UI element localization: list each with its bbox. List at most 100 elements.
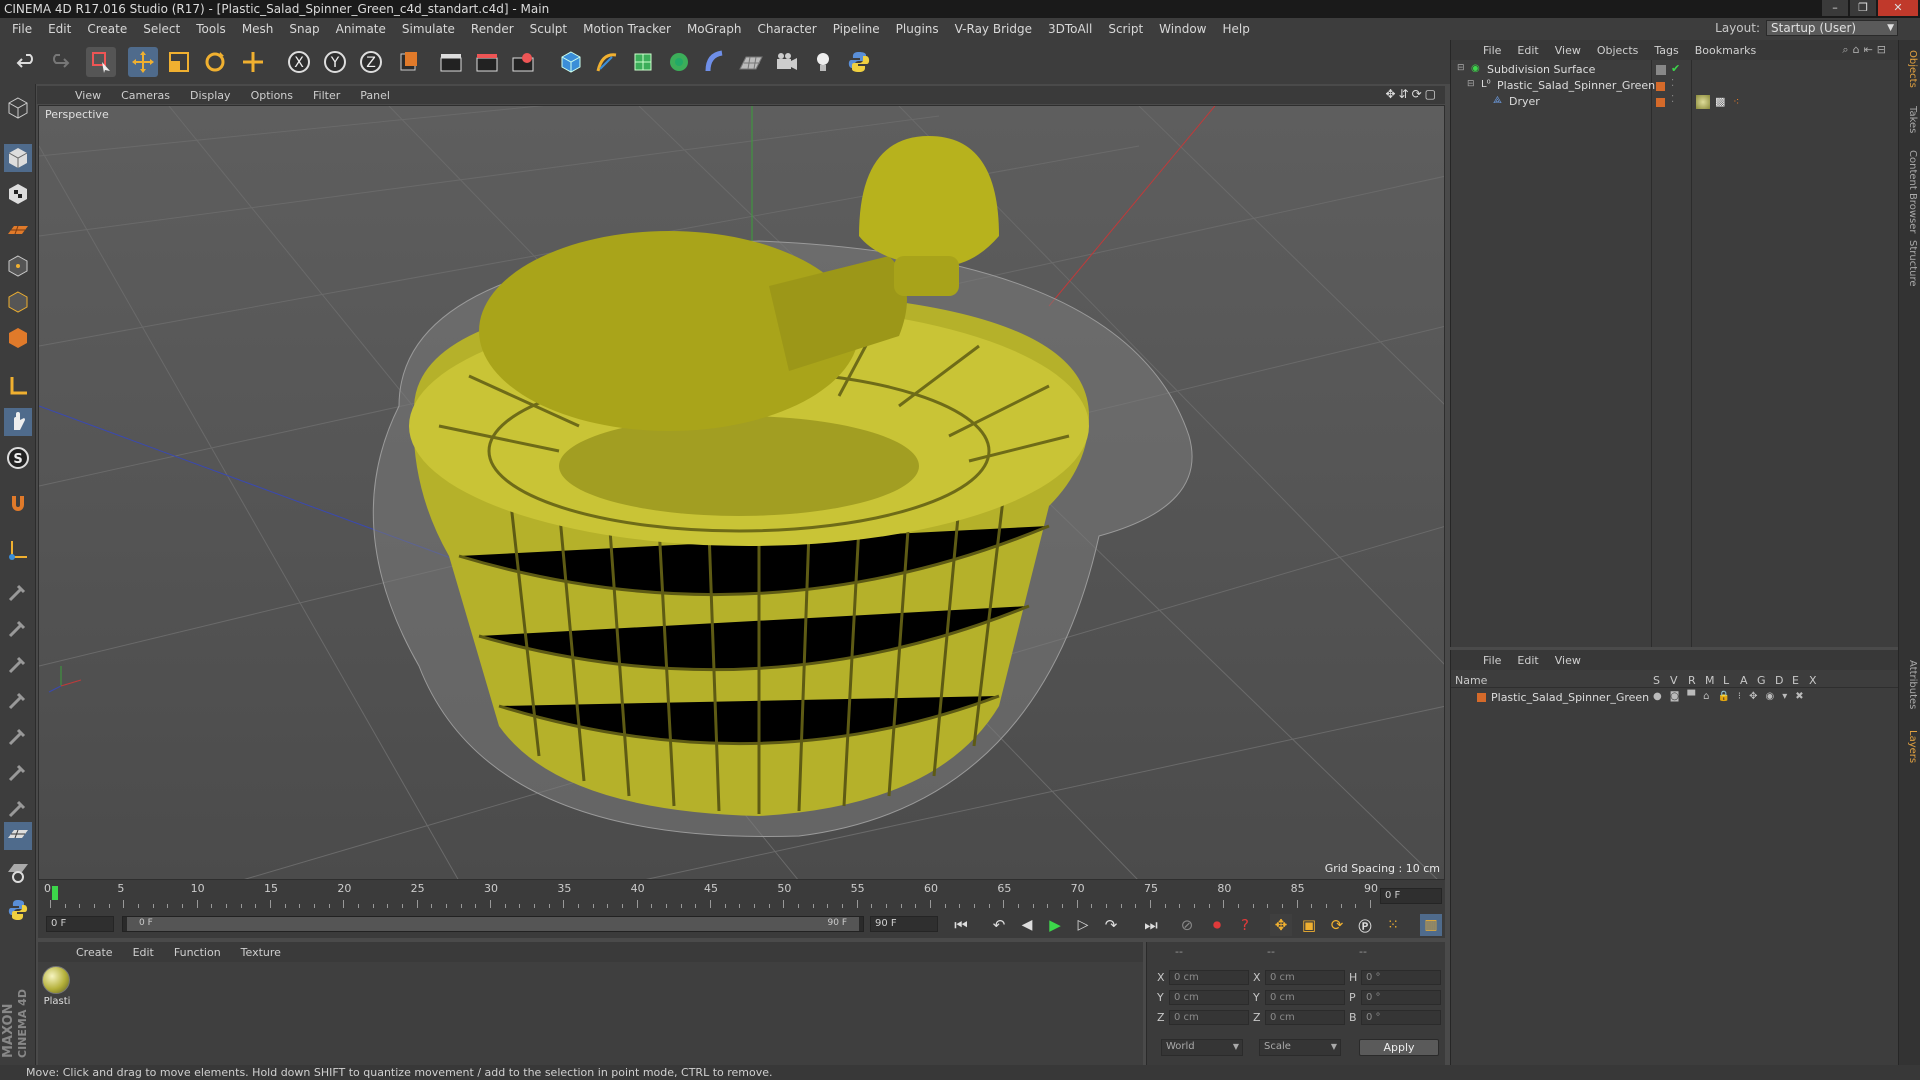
layer-toggle-icons[interactable]: ●◙▀⌂🔒⁝✥◉▾✖	[1653, 691, 1812, 702]
visibility-dots-icon[interactable]: ⁚	[1671, 78, 1674, 89]
magnet-button[interactable]	[4, 490, 32, 518]
multi-tool-button[interactable]	[238, 47, 268, 77]
menu-simulate[interactable]: Simulate	[394, 22, 463, 36]
go-to-start-button[interactable]: ⏮	[950, 914, 972, 936]
previous-frame-button[interactable]: ◀	[1016, 914, 1038, 936]
tab-structure[interactable]: Structure	[1902, 240, 1918, 287]
brush-tool-5[interactable]	[4, 722, 32, 750]
menu-sculpt[interactable]: Sculpt	[522, 22, 575, 36]
record-button[interactable]: ⏺	[1206, 914, 1228, 936]
z-axis-button[interactable]: Z	[356, 47, 386, 77]
edges-mode-button[interactable]	[4, 288, 32, 316]
minimize-button[interactable]: –	[1822, 0, 1848, 16]
redo-button[interactable]	[44, 47, 74, 77]
column-xref[interactable]: X	[1809, 674, 1817, 687]
menu-edit[interactable]: Edit	[40, 22, 79, 36]
obj-menu-edit[interactable]: Edit	[1509, 44, 1546, 57]
material-tag-icon[interactable]	[1696, 95, 1710, 109]
search-icon[interactable]: ⌕⌂⇤⊟	[1842, 43, 1890, 57]
layer-menu-edit[interactable]: Edit	[1509, 654, 1546, 667]
size-mode-dropdown[interactable]: Scale ▼	[1259, 1039, 1341, 1056]
column-view[interactable]: V	[1670, 674, 1678, 687]
polygons-mode-button[interactable]	[4, 324, 32, 352]
menu-help[interactable]: Help	[1214, 22, 1257, 36]
frame-range-slider[interactable]: 0 F 90 F	[122, 916, 864, 932]
joint-tool-button[interactable]	[4, 536, 32, 564]
pos-y-field[interactable]: 0 cm	[1169, 990, 1249, 1005]
brush-tool-7[interactable]	[4, 794, 32, 822]
viewport-menu-filter[interactable]: Filter	[303, 89, 350, 102]
deformer-button[interactable]	[700, 47, 730, 77]
obj-menu-tags[interactable]: Tags	[1646, 44, 1686, 57]
render-picture-viewer-button[interactable]	[472, 47, 502, 77]
obj-menu-view[interactable]: View	[1547, 44, 1589, 57]
next-frame-button[interactable]: ▷	[1072, 914, 1094, 936]
rotate-tool-button[interactable]	[200, 47, 230, 77]
obj-menu-objects[interactable]: Objects	[1589, 44, 1647, 57]
collapse-icon[interactable]: ⊟	[1457, 63, 1465, 73]
material-menu-create[interactable]: Create	[66, 946, 123, 959]
texture-tag-icon[interactable]: ▩	[1715, 95, 1725, 108]
rot-h-field[interactable]: 0 °	[1361, 970, 1441, 985]
light-button[interactable]	[808, 47, 838, 77]
menu-file[interactable]: File	[4, 22, 40, 36]
pos-x-field[interactable]: 0 cm	[1169, 970, 1249, 985]
menu-tools[interactable]: Tools	[188, 22, 234, 36]
menu-plugins[interactable]: Plugins	[888, 22, 947, 36]
coord-system-dropdown[interactable]: World ▼	[1161, 1039, 1243, 1056]
object-row[interactable]: ⊟ L⁰ Plastic_Salad_Spinner_Green ⁚	[1451, 78, 1898, 94]
material-menu-edit[interactable]: Edit	[123, 946, 164, 959]
close-button[interactable]: ✕	[1878, 0, 1918, 16]
paint-tool-button[interactable]	[4, 822, 32, 850]
previous-key-button[interactable]: ↶	[988, 914, 1010, 936]
tab-objects[interactable]: Objects	[1902, 50, 1918, 88]
size-z-field[interactable]: 0 cm	[1265, 1010, 1345, 1025]
play-button[interactable]: ▶	[1044, 914, 1066, 936]
brush-tool-3[interactable]	[4, 650, 32, 678]
viewport-menu-view[interactable]: View	[65, 89, 111, 102]
rot-p-field[interactable]: 0 °	[1361, 990, 1441, 1005]
column-expressions[interactable]: E	[1792, 674, 1799, 687]
key-rotation-button[interactable]: ⟳	[1326, 914, 1348, 936]
layer-color-swatch[interactable]	[1656, 82, 1665, 91]
menu-mograph[interactable]: MoGraph	[679, 22, 750, 36]
object-row[interactable]: ⟁ Dryer ⁚ ▩ ⁖	[1451, 94, 1898, 110]
menu-render[interactable]: Render	[463, 22, 522, 36]
column-render[interactable]: R	[1688, 674, 1696, 687]
menu-character[interactable]: Character	[749, 22, 824, 36]
layer-color-swatch[interactable]	[1477, 693, 1486, 702]
model-mode-button[interactable]	[4, 144, 32, 172]
column-manager[interactable]: M	[1705, 674, 1715, 687]
brush-tool-4[interactable]	[4, 686, 32, 714]
viewport-menu-cameras[interactable]: Cameras	[111, 89, 180, 102]
column-animation[interactable]: A	[1740, 674, 1748, 687]
material-menu-texture[interactable]: Texture	[231, 946, 291, 959]
viewport-3d[interactable]: Perspective Grid Spacing : 10 cm	[38, 105, 1445, 880]
column-generators[interactable]: G	[1757, 674, 1766, 687]
size-x-field[interactable]: 0 cm	[1265, 970, 1345, 985]
camera-button[interactable]	[772, 47, 802, 77]
viewport-nav-icons[interactable]: ✥⇵⟳▢	[1385, 87, 1439, 101]
snap-button[interactable]: S	[4, 444, 32, 472]
key-position-button[interactable]: ✥	[1270, 914, 1292, 936]
x-axis-button[interactable]: X	[284, 47, 314, 77]
make-editable-button[interactable]	[4, 94, 32, 122]
texture-mode-button[interactable]	[4, 180, 32, 208]
live-selection-button[interactable]	[86, 47, 116, 77]
tab-content-browser[interactable]: Content Browser	[1902, 150, 1918, 233]
size-y-field[interactable]: 0 cm	[1265, 990, 1345, 1005]
y-axis-button[interactable]: Y	[320, 47, 350, 77]
tweak-mode-button[interactable]	[4, 408, 32, 436]
menu-create[interactable]: Create	[79, 22, 135, 36]
end-frame-field[interactable]: 90 F	[870, 916, 938, 932]
layer-menu-view[interactable]: View	[1547, 654, 1589, 667]
apply-button[interactable]: Apply	[1359, 1039, 1439, 1056]
python-script-button[interactable]	[844, 47, 874, 77]
brush-tool-1[interactable]	[4, 578, 32, 606]
menu-3dtoall[interactable]: 3DToAll	[1040, 22, 1100, 36]
timeline-window-button[interactable]: ▥	[1420, 914, 1442, 936]
object-row[interactable]: ⊟ ◉ Subdivision Surface ✔	[1451, 62, 1898, 78]
timeline-ruler[interactable]: 0 5 10 15 20 25 30 35 40 45 50 55 60 65 70 75 80 85 90 0 F	[38, 880, 1445, 912]
cube-primitive-button[interactable]	[556, 47, 586, 77]
menu-mesh[interactable]: Mesh	[234, 22, 282, 36]
